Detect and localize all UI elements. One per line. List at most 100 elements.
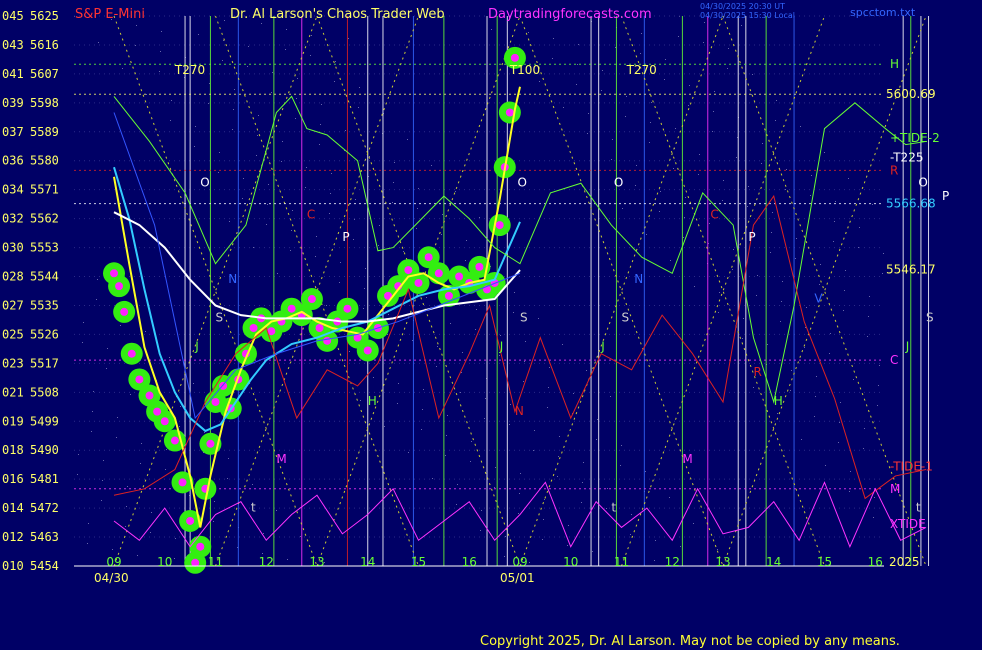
y-tick-right: 5472 [30,501,59,515]
grid-dot [256,155,257,156]
price-dot [127,349,136,358]
grid-dot [495,467,496,468]
grid-dot [117,417,118,418]
grid-dot [654,560,655,561]
grid-dot [218,172,219,173]
grid-dot [748,186,749,187]
x-tick-label: 14 [360,555,375,569]
chart-annotation: O [200,175,209,189]
grid-dot [146,94,147,95]
grid-dot [261,23,262,24]
grid-dot [772,212,773,213]
price-dot [249,323,258,332]
grid-dot [849,491,850,492]
grid-dot [824,152,825,153]
grid-dot [457,484,458,485]
grid-dot [247,66,248,67]
x-tick-label: 12 [259,555,274,569]
grid-dot [552,58,553,59]
grid-dot [553,38,554,39]
y-tick-right: 5544 [30,270,59,284]
y-tick-right: 5526 [30,327,59,341]
grid-dot [204,432,205,433]
grid-dot [621,445,622,446]
grid-dot [364,288,365,289]
y-tick-right: 5553 [30,241,59,255]
grid-dot [877,405,878,406]
grid-dot [418,188,419,189]
price-dot [120,307,129,316]
grid-dot [267,204,268,205]
grid-dot [393,182,394,183]
grid-dot [407,139,408,140]
grid-dot [753,387,754,388]
grid-dot [214,501,215,502]
y-tick-left: 041 [2,67,24,81]
y-tick-left: 025 [2,327,24,341]
grid-dot [718,312,719,313]
grid-dot [311,35,312,36]
grid-dot [88,523,89,524]
grid-dot [714,91,715,92]
price-dot [495,221,504,230]
grid-dot [641,33,642,34]
chart-symbol: S&P E-Mini [75,7,145,22]
y-tick-left: 028 [2,270,24,284]
y-tick-left: 018 [2,443,24,457]
grid-dot [93,391,94,392]
grid-dot [165,469,166,470]
price-dot [424,253,433,262]
grid-dot [785,189,786,190]
grid-dot [646,234,647,235]
grid-dot [348,38,349,39]
grid-dot [538,318,539,319]
grid-dot [169,357,170,358]
price-dot [211,397,220,406]
grid-dot [416,228,417,229]
grid-dot [339,282,340,283]
grid-dot [82,342,83,343]
grid-dot [567,545,568,546]
grid-dot [693,523,694,524]
x-tick-label: 14 [766,555,781,569]
chart-annotation: P [342,230,349,244]
grid-dot [321,104,322,105]
chart-annotation: R [753,365,761,379]
grid-dot [494,487,495,488]
grid-dot [130,394,131,395]
price-dot [196,542,205,551]
grid-dot [835,201,836,202]
grid-dot [610,396,611,397]
grid-dot [568,525,569,526]
grid-dot [804,347,805,348]
chart-annotation: S [216,311,224,325]
grid-dot [660,191,661,192]
grid-dot [838,442,839,443]
y-tick-right: 5616 [30,38,59,52]
grid-dot [126,506,127,507]
grid-dot [733,249,734,250]
grid-dot [281,161,282,162]
x-tick-label: 10 [157,555,172,569]
grid-dot [479,217,480,218]
grid-dot [392,202,393,203]
grid-dot [287,559,288,560]
chart-annotation: O [918,175,927,189]
right-label: C [890,353,898,367]
grid-dot [863,448,864,449]
y-tick-left: 032 [2,212,24,226]
grid-dot [266,224,267,225]
price-dot [153,407,162,416]
grid-dot [180,406,181,407]
grid-dot [228,458,229,459]
grid-dot [588,113,589,114]
price-dot [505,108,514,117]
right-label: M [890,482,900,496]
grid-dot [455,191,456,192]
y-tick-left: 037 [2,125,24,139]
chart-annotation: J [499,340,504,354]
grid-dot [743,318,744,319]
grid-dot [592,551,593,552]
grid-dot [882,273,883,274]
grid-dot [606,508,607,509]
